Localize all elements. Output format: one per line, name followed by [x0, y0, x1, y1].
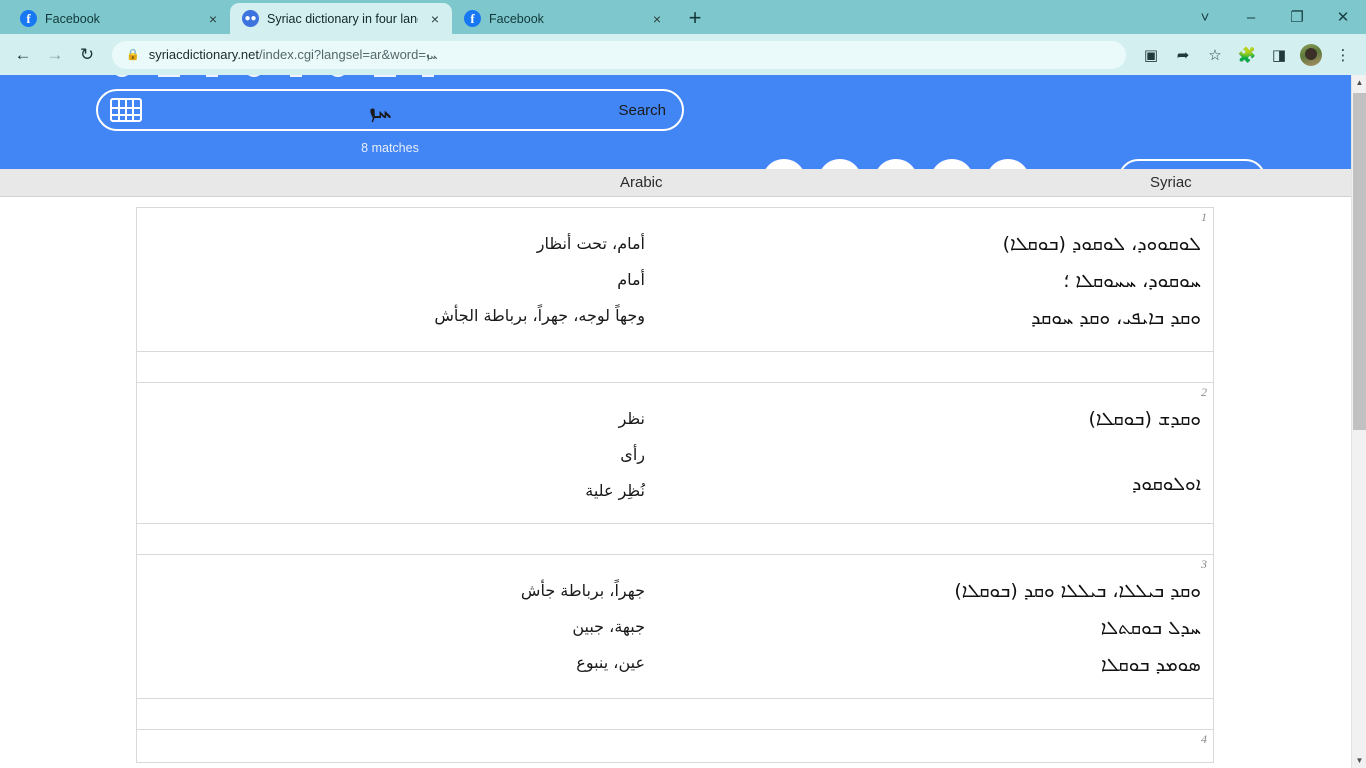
syriac-dictionary-icon: ●● — [242, 10, 259, 27]
site-header-main: ܚܙ Search 8 matches — [0, 75, 1351, 203]
column-header-arabic: Arabic — [620, 174, 663, 191]
back-icon[interactable]: ← — [8, 40, 38, 70]
syriac-line: ܚܕܠ ܒܘܩܬܠܐ — [1100, 617, 1201, 639]
entry-arabic-column — [137, 730, 675, 762]
bookmark-star-icon[interactable]: ☆ — [1200, 40, 1230, 70]
entry-number: 1 — [1201, 210, 1207, 224]
avatar — [1300, 43, 1322, 66]
tab-strip: f Facebook × ●● Syriac dictionary in fou… — [0, 0, 1366, 34]
dictionary-entry[interactable]: 4 — [136, 729, 1214, 763]
column-header-syriac: Syriac — [1150, 174, 1192, 191]
search-bar[interactable]: ܚܙ Search — [96, 89, 684, 131]
tab-close-icon[interactable]: × — [204, 10, 222, 28]
dictionary-entry[interactable]: 1 أمام، تحت أنظار أمام وجهاً لوجه، جهراً… — [136, 207, 1214, 352]
tab-title: Facebook — [45, 11, 100, 26]
entry-arabic-column: جهراً، برباطة جأش جبهة، جبين عين، ينبوع — [137, 555, 675, 698]
chevron-down-icon[interactable]: ˅ — [1182, 0, 1228, 34]
entry-syriac-column: ܠܘܩܘܘܕ، ܠܘܩܘܕ (ܒܘܩܠܐ) ܚܘܩܘܕ، ܚܚܘܩܠܐ ؛ ܘܩ… — [675, 208, 1213, 351]
close-icon[interactable]: ✕ — [1320, 0, 1366, 34]
syriac-line: ܘܩܕܫ (ܒܘܩܠܐ) — [1088, 408, 1201, 430]
search-area: ܚܙ Search 8 matches — [96, 89, 684, 155]
arabic-line: رأى — [620, 445, 645, 464]
forward-icon[interactable]: → — [40, 40, 70, 70]
tab-syriac-dictionary[interactable]: ●● Syriac dictionary in four language × — [230, 3, 452, 34]
syriac-line: ܠܘܩܘܘܕ، ܠܘܩܘܕ (ܒܘܩܠܐ) — [1002, 233, 1201, 255]
tab-title: Facebook — [489, 11, 544, 26]
scroll-up-icon[interactable]: ▲ — [1352, 75, 1366, 90]
entry-arabic-column: أمام، تحت أنظار أمام وجهاً لوجه، جهراً، … — [137, 208, 675, 351]
matches-count: 8 matches — [361, 141, 419, 155]
site-page: ܚܙ Search 8 matches Arabic Syriac 1 أمام… — [0, 75, 1351, 763]
entry-separator — [136, 524, 1214, 554]
extensions-puzzle-icon[interactable]: 🧩 — [1232, 40, 1262, 70]
side-panel-icon[interactable]: ◨ — [1264, 40, 1294, 70]
entry-syriac-column: ܘܩܕ ܒܝܠܠܐ، ܒܝܠܠܐ ܘܩܕ (ܒܘܩܠܐ) ܚܕܠ ܒܘܩܬܠܐ … — [675, 555, 1213, 698]
dictionary-entry[interactable]: 2 نظر رأى نُظِر علية ܘܩܕܫ (ܒܘܩܠܐ) ܐܘܠܘܩܘ… — [136, 382, 1214, 524]
results-list: 1 أمام، تحت أنظار أمام وجهاً لوجه، جهراً… — [0, 197, 1351, 763]
arabic-line: وجهاً لوجه، جهراً، برباطة الجأش — [434, 306, 645, 325]
new-tab-button[interactable]: + — [680, 3, 710, 33]
tab-close-icon[interactable]: × — [648, 10, 666, 28]
site-header: ܚܙ Search 8 matches — [0, 75, 1351, 203]
virtual-keyboard-icon[interactable] — [110, 98, 142, 122]
share-icon[interactable]: ➦ — [1168, 40, 1198, 70]
arabic-line: أمام — [617, 270, 645, 289]
page-scrollbar[interactable]: ▲ ▼ — [1351, 75, 1366, 768]
lock-icon: 🔒 — [126, 49, 140, 61]
column-header-bar: Arabic Syriac — [0, 169, 1351, 197]
address-bar-url: syriacdictionary.net/index.cgi?langsel=a… — [149, 47, 438, 63]
syriac-line: ܚܘܩܘܕ، ܚܚܘܩܠܐ ؛ — [1063, 270, 1201, 292]
browser-toolbar: ← → ↻ 🔒 syriacdictionary.net/index.cgi?l… — [0, 34, 1366, 75]
address-path: /index.cgi?langsel=ar&word=ܚܙ — [259, 46, 438, 62]
facebook-icon: f — [464, 10, 481, 27]
reload-icon[interactable]: ↻ — [72, 40, 102, 70]
entry-syriac-column: ܘܩܕܫ (ܒܘܩܠܐ) ܐܘܠܘܩܘܕ — [675, 383, 1213, 523]
search-button[interactable]: Search — [618, 102, 666, 119]
profile-avatar[interactable] — [1296, 40, 1326, 70]
arabic-line: نظر — [618, 409, 645, 428]
scrollbar-thumb[interactable] — [1353, 93, 1366, 430]
arabic-line: جهراً، برباطة جأش — [520, 581, 645, 600]
syriac-line: ܤܘܡܕ ܒܘܩܠܐ — [1101, 654, 1201, 676]
entry-number: 2 — [1201, 385, 1207, 399]
address-host: syriacdictionary.net — [148, 46, 260, 62]
entry-number: 4 — [1201, 732, 1207, 746]
entry-separator — [136, 699, 1214, 729]
arabic-line: أمام، تحت أنظار — [536, 234, 645, 253]
tab-title: Syriac dictionary in four language — [267, 11, 418, 26]
entry-arabic-column: نظر رأى نُظِر علية — [137, 383, 675, 523]
page-viewport: ܚܙ Search 8 matches Arabic Syriac 1 أمام… — [0, 75, 1366, 768]
entry-separator — [136, 352, 1214, 382]
tab-facebook-1[interactable]: f Facebook × — [8, 3, 230, 34]
window-controls: ˅ – ❐ ✕ — [1182, 0, 1366, 34]
arabic-line: نُظِر علية — [585, 481, 645, 500]
tab-facebook-2[interactable]: f Facebook × — [452, 3, 674, 34]
toolbar-icons: ▣ ➦ ☆ 🧩 ◨ ⋮ — [1136, 40, 1358, 70]
more-menu-icon[interactable]: ⋮ — [1328, 40, 1358, 70]
scroll-down-icon[interactable]: ▼ — [1352, 753, 1366, 768]
syriac-line: ܐܘܠܘܩܘܕ — [1131, 473, 1201, 495]
tab-close-icon[interactable]: × — [426, 10, 444, 28]
facebook-icon: f — [20, 10, 37, 27]
dictionary-entry[interactable]: 3 جهراً، برباطة جأش جبهة، جبين عين، ينبو… — [136, 554, 1214, 699]
maximize-icon[interactable]: ❐ — [1274, 0, 1320, 34]
arabic-line: جبهة، جبين — [572, 617, 645, 636]
translate-icon[interactable]: ▣ — [1136, 40, 1166, 70]
browser-window: f Facebook × ●● Syriac dictionary in fou… — [0, 0, 1366, 768]
syriac-line: ܘܩܕ ܒܝܠܠܐ، ܒܝܠܠܐ ܘܩܕ (ܒܘܩܠܐ) — [954, 580, 1201, 602]
search-input[interactable]: ܚܙ — [142, 97, 618, 123]
address-bar[interactable]: 🔒 syriacdictionary.net/index.cgi?langsel… — [112, 40, 1126, 69]
arabic-line: عين، ينبوع — [576, 653, 645, 672]
syriac-line: ܘܩܕ ܒܐܝܦܝ، ܘܩܕ ܚܘܩܕ — [1031, 307, 1201, 329]
entry-syriac-column — [675, 730, 1213, 762]
minimize-icon[interactable]: – — [1228, 0, 1274, 34]
entry-number: 3 — [1201, 557, 1207, 571]
